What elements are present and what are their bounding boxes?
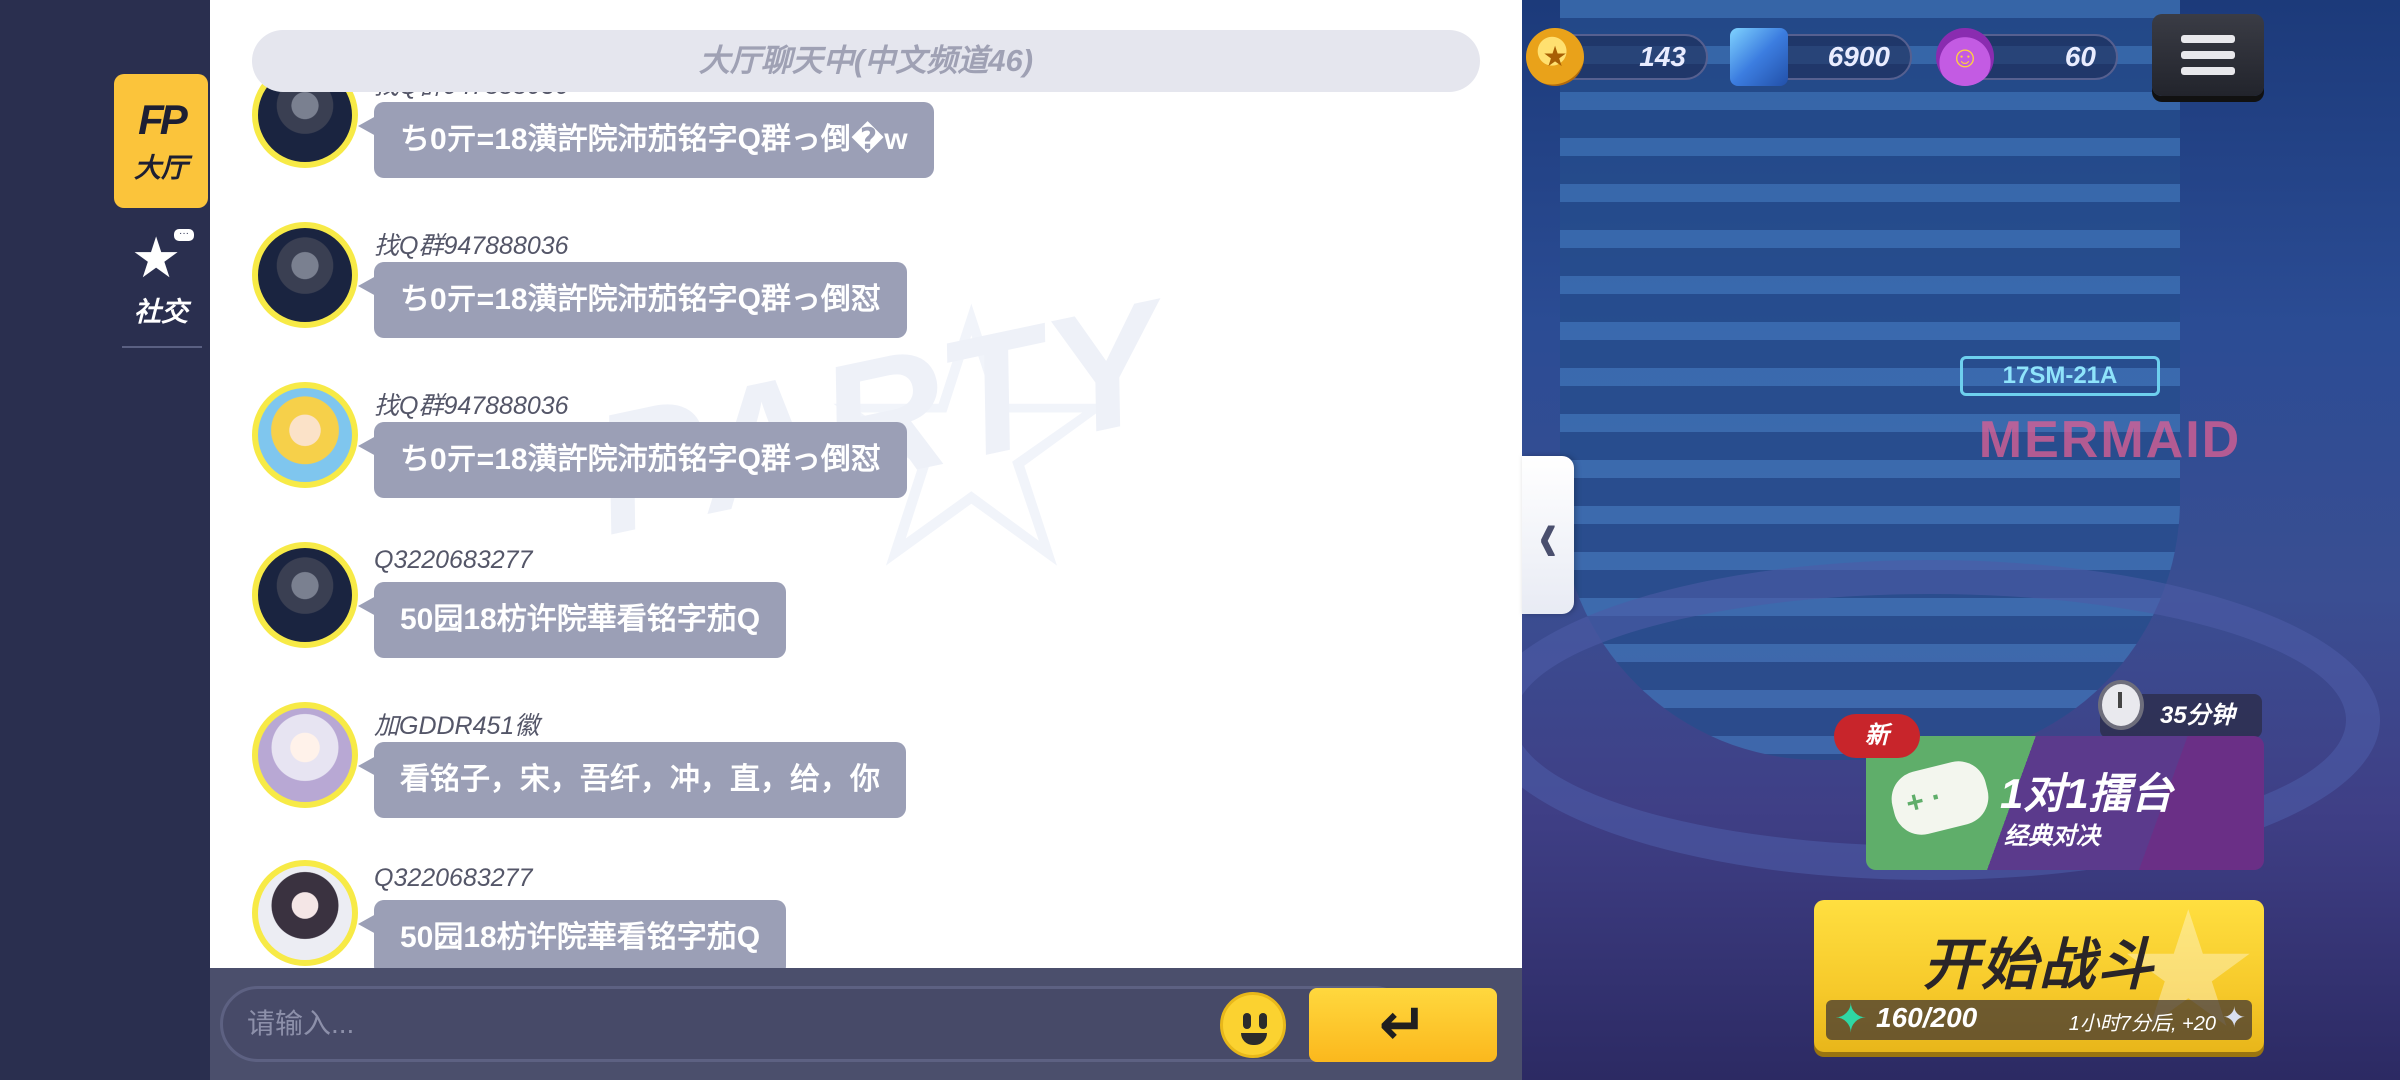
building-sign: 17SM-21A xyxy=(1960,356,2160,396)
collapse-chat-button[interactable]: ‹ xyxy=(1522,456,1574,614)
gem-value: 6900 xyxy=(1827,41,1890,72)
avatar[interactable] xyxy=(252,382,358,488)
start-battle-label: 开始战斗 xyxy=(1923,933,2155,996)
smiley-icon-eye xyxy=(1259,1013,1267,1029)
smiley-icon-mouth xyxy=(1241,1033,1267,1045)
nav-item-lobby[interactable]: FP 大厅 xyxy=(114,74,208,208)
refill-star-icon: ✦ xyxy=(2222,1002,2246,1033)
new-badge: 新 xyxy=(1834,714,1920,758)
message-bubble: 看铭子，宋，吾纤，冲，直，给，你 xyxy=(358,742,906,818)
avatar[interactable] xyxy=(252,702,358,808)
bag-token-icon xyxy=(1936,28,1994,86)
token-counter[interactable]: 60 xyxy=(1936,28,2118,86)
message-bubble: ち0亓=18潢許院沛茄铭字Q群っ倒怼 xyxy=(358,262,907,338)
gamepad-icon xyxy=(1885,755,1995,841)
smiley-icon xyxy=(1243,1013,1251,1029)
nav-item-label: 社交 xyxy=(134,296,188,327)
sender-name[interactable]: Q3220683277 xyxy=(374,546,532,575)
menu-button[interactable] xyxy=(2152,14,2264,96)
mode-title: 1对1擂台 xyxy=(2000,770,2173,817)
cube-gem-icon xyxy=(1730,28,1788,86)
nav-divider xyxy=(122,346,202,348)
avatar[interactable] xyxy=(252,222,358,328)
sender-name[interactable]: 加GDDR451徽 xyxy=(374,706,539,742)
fp-logo-icon: FP xyxy=(138,95,188,143)
avatar[interactable] xyxy=(252,860,358,966)
message-bubble: 50园18枋许院華看铭字茄Q xyxy=(357,900,787,968)
left-nav: FP 大厅 ★ ··· 社交 xyxy=(0,0,210,1080)
emoji-button[interactable] xyxy=(1220,992,1286,1058)
hamburger-icon xyxy=(2181,35,2235,43)
coin-icon xyxy=(1526,28,1584,86)
nav-item-label: 大厅 xyxy=(134,152,188,183)
hamburger-icon-bar xyxy=(2181,51,2235,59)
message-bubble: 50园18枋许院華看铭字茄Q xyxy=(357,582,787,658)
mode-card-1v1[interactable]: 1对1擂台 经典对决 xyxy=(1866,736,2264,870)
star-chat-icon: ★ ··· xyxy=(131,225,197,286)
token-value: 60 xyxy=(2064,41,2096,72)
send-button[interactable]: ↵ xyxy=(1309,988,1497,1062)
coin-counter[interactable]: 143 xyxy=(1526,28,1708,86)
coin-value: 143 xyxy=(1639,41,1686,72)
energy-refill-text: 1小时7分后, +20 xyxy=(2068,1013,2216,1035)
chat-channel-title: 大厅聊天中(中文频道46) xyxy=(252,30,1480,92)
enter-arrow-icon: ↵ xyxy=(1378,992,1428,1057)
nav-item-social[interactable]: ★ ··· 社交 xyxy=(114,224,208,334)
sender-name[interactable]: 找Q群947888036 xyxy=(374,386,569,422)
sender-name[interactable]: Q3220683277 xyxy=(374,864,532,893)
energy-bar: ✦ 160/200 1小时7分后, +20 ✦ xyxy=(1826,997,2252,1041)
mode-subtitle: 经典对决 xyxy=(2004,823,2100,850)
chat-input-bar: ↵ xyxy=(210,968,1522,1080)
avatar[interactable] xyxy=(252,542,358,648)
neon-sign: MERMAID xyxy=(1978,411,2242,469)
energy-gem-icon: ✦ xyxy=(1834,997,1868,1041)
chevron-left-icon: ‹ xyxy=(1538,490,1558,579)
sender-name[interactable]: 找Q群947888036 xyxy=(374,226,569,262)
hamburger-icon-bar xyxy=(2181,67,2235,75)
gem-counter[interactable]: 6900 xyxy=(1730,28,1912,86)
start-battle-button[interactable]: ★ 开始战斗 ✦ 160/200 1小时7分后, +20 ✦ xyxy=(1814,900,2264,1052)
chat-panel: ☆ PARTY 大厅聊天中(中文频道46) 找Q群947888036 ち0亓=1… xyxy=(210,0,1522,968)
message-bubble: ち0亓=18潢許院沛茄铭字Q群っ倒�w xyxy=(358,102,934,178)
energy-value: 160/200 xyxy=(1876,1002,1978,1033)
stopwatch-icon xyxy=(2098,680,2144,730)
message-bubble: ち0亓=18潢許院沛茄铭字Q群っ倒怼 xyxy=(358,422,907,498)
